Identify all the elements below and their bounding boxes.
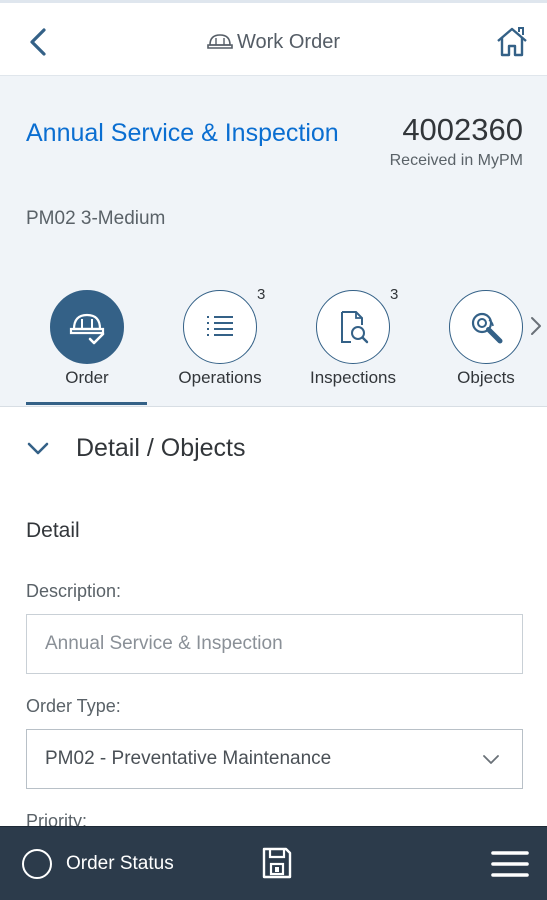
object-header: Annual Service & Inspection 4002360 Rece… <box>0 76 547 406</box>
order-status-label: Order Status <box>66 853 174 874</box>
chevron-right-icon[interactable] <box>529 314 543 338</box>
tab-inspections-label: Inspections <box>310 368 396 387</box>
tab-operations-circle <box>183 290 257 364</box>
chevron-down-icon[interactable] <box>26 440 50 456</box>
tab-order[interactable]: Order <box>22 286 152 406</box>
save-icon[interactable] <box>260 845 294 881</box>
active-tab-indicator <box>26 402 147 405</box>
hardhat-check-icon <box>69 313 105 345</box>
section-header[interactable]: Detail / Objects <box>26 431 246 465</box>
icon-tab-bar: Order 3 Operations 3 Inspections Objects <box>0 286 547 406</box>
inspect-document-icon <box>341 311 369 344</box>
hamburger-menu-icon[interactable] <box>491 849 529 879</box>
order-priority: PM02 3-Medium <box>26 208 166 229</box>
tab-inspections-circle <box>316 290 390 364</box>
order-type-label: Order Type: <box>26 696 121 716</box>
tab-objects[interactable]: Objects <box>421 286 547 406</box>
content-area: Detail / Objects Detail Description: Ann… <box>0 406 547 831</box>
order-number: 4002360 <box>402 112 523 147</box>
tab-order-circle <box>50 290 124 364</box>
chevron-down-icon <box>483 755 499 764</box>
tab-operations-count: 3 <box>257 286 266 303</box>
order-type-select[interactable]: PM02 - Preventative Maintenance <box>26 729 523 789</box>
tab-operations[interactable]: 3 Operations <box>155 286 285 406</box>
tab-operations-label: Operations <box>178 368 262 387</box>
object-search-icon <box>471 312 503 344</box>
tab-objects-circle <box>449 290 523 364</box>
detail-subtitle: Detail <box>26 519 80 542</box>
home-icon[interactable] <box>495 25 529 59</box>
order-type-value: PM02 - Preventative Maintenance <box>45 748 332 769</box>
description-value: Annual Service & Inspection <box>45 633 283 654</box>
order-status-text: Received in MyPM <box>389 152 523 169</box>
description-label: Description: <box>26 581 122 601</box>
status-circle-icon <box>22 849 52 879</box>
tab-inspections-count: 3 <box>390 286 399 303</box>
bottom-toolbar: Order Status <box>0 826 547 900</box>
page-title-wrap: Work Order <box>0 31 547 54</box>
list-icon <box>207 316 233 336</box>
page-title: Work Order <box>237 31 340 53</box>
object-title: Annual Service & Inspection <box>26 119 339 147</box>
order-status-button[interactable]: Order Status <box>22 847 174 881</box>
hardhat-icon <box>207 34 233 49</box>
tab-objects-label: Objects <box>457 368 515 387</box>
top-bar: Work Order <box>0 0 547 76</box>
description-field[interactable]: Annual Service & Inspection <box>26 614 523 674</box>
tab-order-label: Order <box>65 368 109 387</box>
tab-inspections[interactable]: 3 Inspections <box>288 286 418 406</box>
section-title: Detail / Objects <box>76 433 246 462</box>
